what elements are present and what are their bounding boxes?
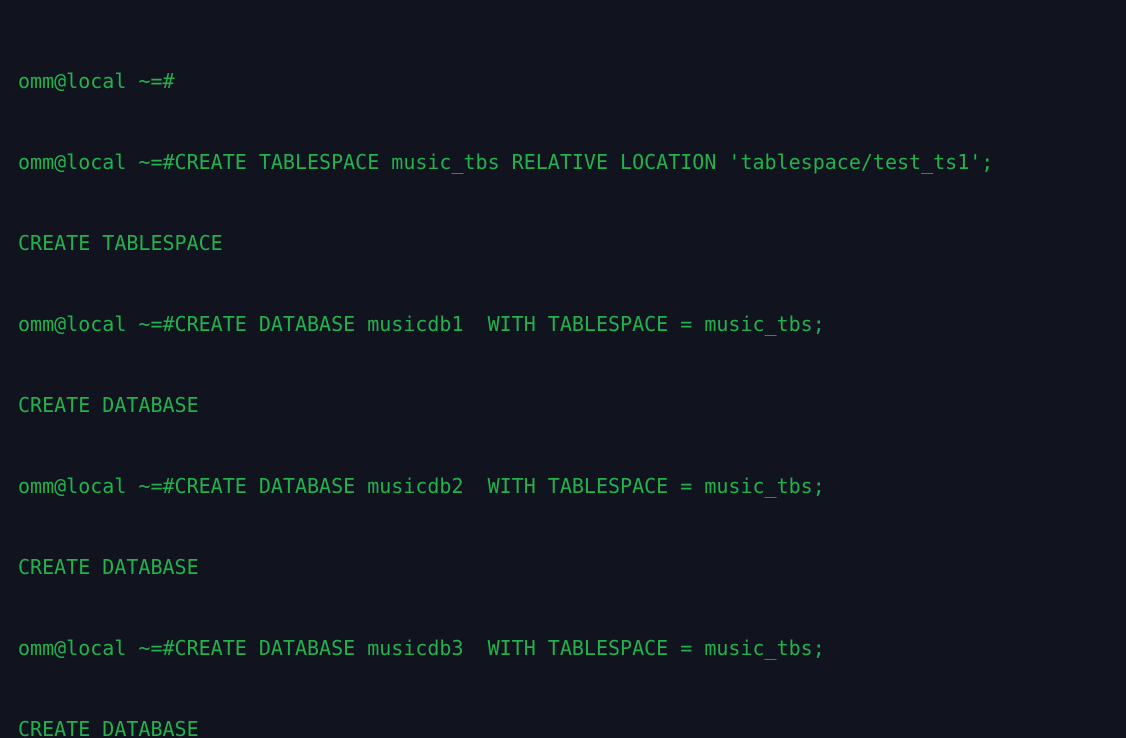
terminal-line: omm@local ~=# — [18, 69, 175, 93]
terminal-screen[interactable]: omm@local ~=# omm@local ~=#CREATE TABLES… — [18, 0, 993, 738]
terminal-window[interactable]: omm@local ~=# omm@local ~=#CREATE TABLES… — [0, 0, 1126, 738]
terminal-line-prompt-command: omm@local ~=#CREATE DATABASE musicdb2 WI… — [18, 474, 825, 498]
terminal-line-prompt-command: omm@local ~=#CREATE DATABASE musicdb1 WI… — [18, 312, 825, 336]
terminal-line-output: CREATE DATABASE — [18, 717, 199, 738]
terminal-line-output: CREATE DATABASE — [18, 555, 199, 579]
terminal-line-output: CREATE TABLESPACE — [18, 231, 223, 255]
terminal-line-prompt-command: omm@local ~=#CREATE DATABASE musicdb3 WI… — [18, 636, 825, 660]
terminal-line-prompt-command: omm@local ~=#CREATE TABLESPACE music_tbs… — [18, 150, 994, 174]
terminal-line-output: CREATE DATABASE — [18, 393, 199, 417]
